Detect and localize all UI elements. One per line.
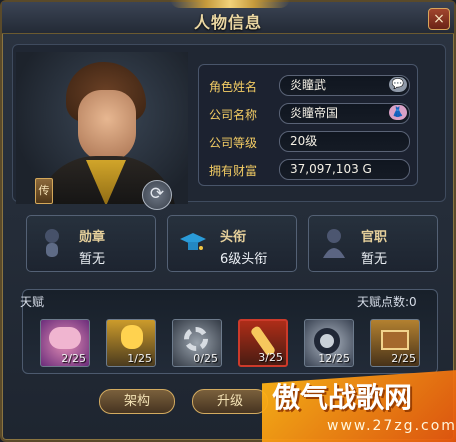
character-info-window: 人物信息 × 传 ⟳ 角色姓名 炎瞳武 💬 公司名称 炎瞳帝国 👗 公司等级 2… <box>0 0 456 442</box>
talent-slot-wrench[interactable]: 3/25 <box>238 319 288 367</box>
talent-level: 2/25 <box>391 352 416 365</box>
talent-slot-engineer[interactable]: 1/25 <box>106 319 156 367</box>
office-label: 官职 <box>361 230 388 245</box>
engineer-icon <box>121 325 143 349</box>
talent-level: 2/25 <box>61 352 86 365</box>
name-label: 角色姓名 <box>209 80 258 94</box>
title-ornament <box>170 0 290 8</box>
face-shape <box>78 90 136 162</box>
site-watermark: 傲气战歌网 www.27zg.com <box>262 370 456 442</box>
structure-button[interactable]: 架构 <box>99 389 175 414</box>
character-info-box: 角色姓名 炎瞳武 💬 公司名称 炎瞳帝国 👗 公司等级 20级 拥有财富 37,… <box>198 64 418 186</box>
medal-icon <box>37 226 67 260</box>
talent-level: 3/25 <box>258 351 283 364</box>
talent-slot-gear[interactable]: 0/25 <box>172 319 222 367</box>
company-label: 公司名称 <box>209 108 258 122</box>
level-value: 20级 <box>279 131 410 152</box>
talent-points: 天赋点数:0 <box>357 295 417 309</box>
window-title: 人物信息 <box>193 13 262 32</box>
level-label: 公司等级 <box>209 136 258 150</box>
mortarboard-icon <box>178 226 208 260</box>
wealth-value: 37,097,103 G <box>279 159 410 180</box>
gear-icon <box>184 327 208 351</box>
upgrade-button[interactable]: 升级 <box>192 389 268 414</box>
talent-label: 天赋 <box>20 295 45 309</box>
speech-bubble-icon[interactable]: 💬 <box>389 77 407 92</box>
watermark-main: 傲气战歌网 <box>272 381 413 414</box>
user-silhouette-icon <box>319 226 349 260</box>
talent-slot-toolbox[interactable]: 2/25 <box>370 319 420 367</box>
talent-level: 12/25 <box>318 352 350 365</box>
talent-slot-brain[interactable]: 2/25 <box>40 319 90 367</box>
rotate-icon[interactable]: ⟳ <box>142 180 172 210</box>
tire-icon <box>314 328 340 354</box>
medal-value: 暂无 <box>79 252 106 267</box>
rank-label: 头衔 <box>220 230 247 245</box>
dress-icon[interactable]: 👗 <box>389 105 407 120</box>
wealth-row: 拥有财富 37,097,103 G <box>209 159 412 181</box>
medal-panel[interactable]: 勋章 暂无 <box>26 215 156 272</box>
rank-panel[interactable]: 头衔 6级头衔 <box>167 215 297 272</box>
name-row: 角色姓名 炎瞳武 💬 <box>209 75 412 97</box>
pass-icon[interactable]: 传 <box>35 178 53 204</box>
company-row: 公司名称 炎瞳帝国 👗 <box>209 103 412 125</box>
toolbox-icon <box>381 330 409 350</box>
wealth-label: 拥有财富 <box>209 164 258 178</box>
talent-slot-tire[interactable]: 12/25 <box>304 319 354 367</box>
brain-icon <box>49 327 81 349</box>
rank-value: 6级头衔 <box>220 252 268 267</box>
medal-label: 勋章 <box>79 230 106 245</box>
talent-level: 1/25 <box>127 352 152 365</box>
office-value: 暂无 <box>361 252 388 267</box>
talent-level: 0/25 <box>193 352 218 365</box>
title-bar: 人物信息 × <box>2 0 454 34</box>
watermark-sub: www.27zg.com <box>327 418 456 434</box>
office-panel[interactable]: 官职 暂无 <box>308 215 438 272</box>
close-button[interactable]: × <box>428 8 450 30</box>
level-row: 公司等级 20级 <box>209 131 412 153</box>
